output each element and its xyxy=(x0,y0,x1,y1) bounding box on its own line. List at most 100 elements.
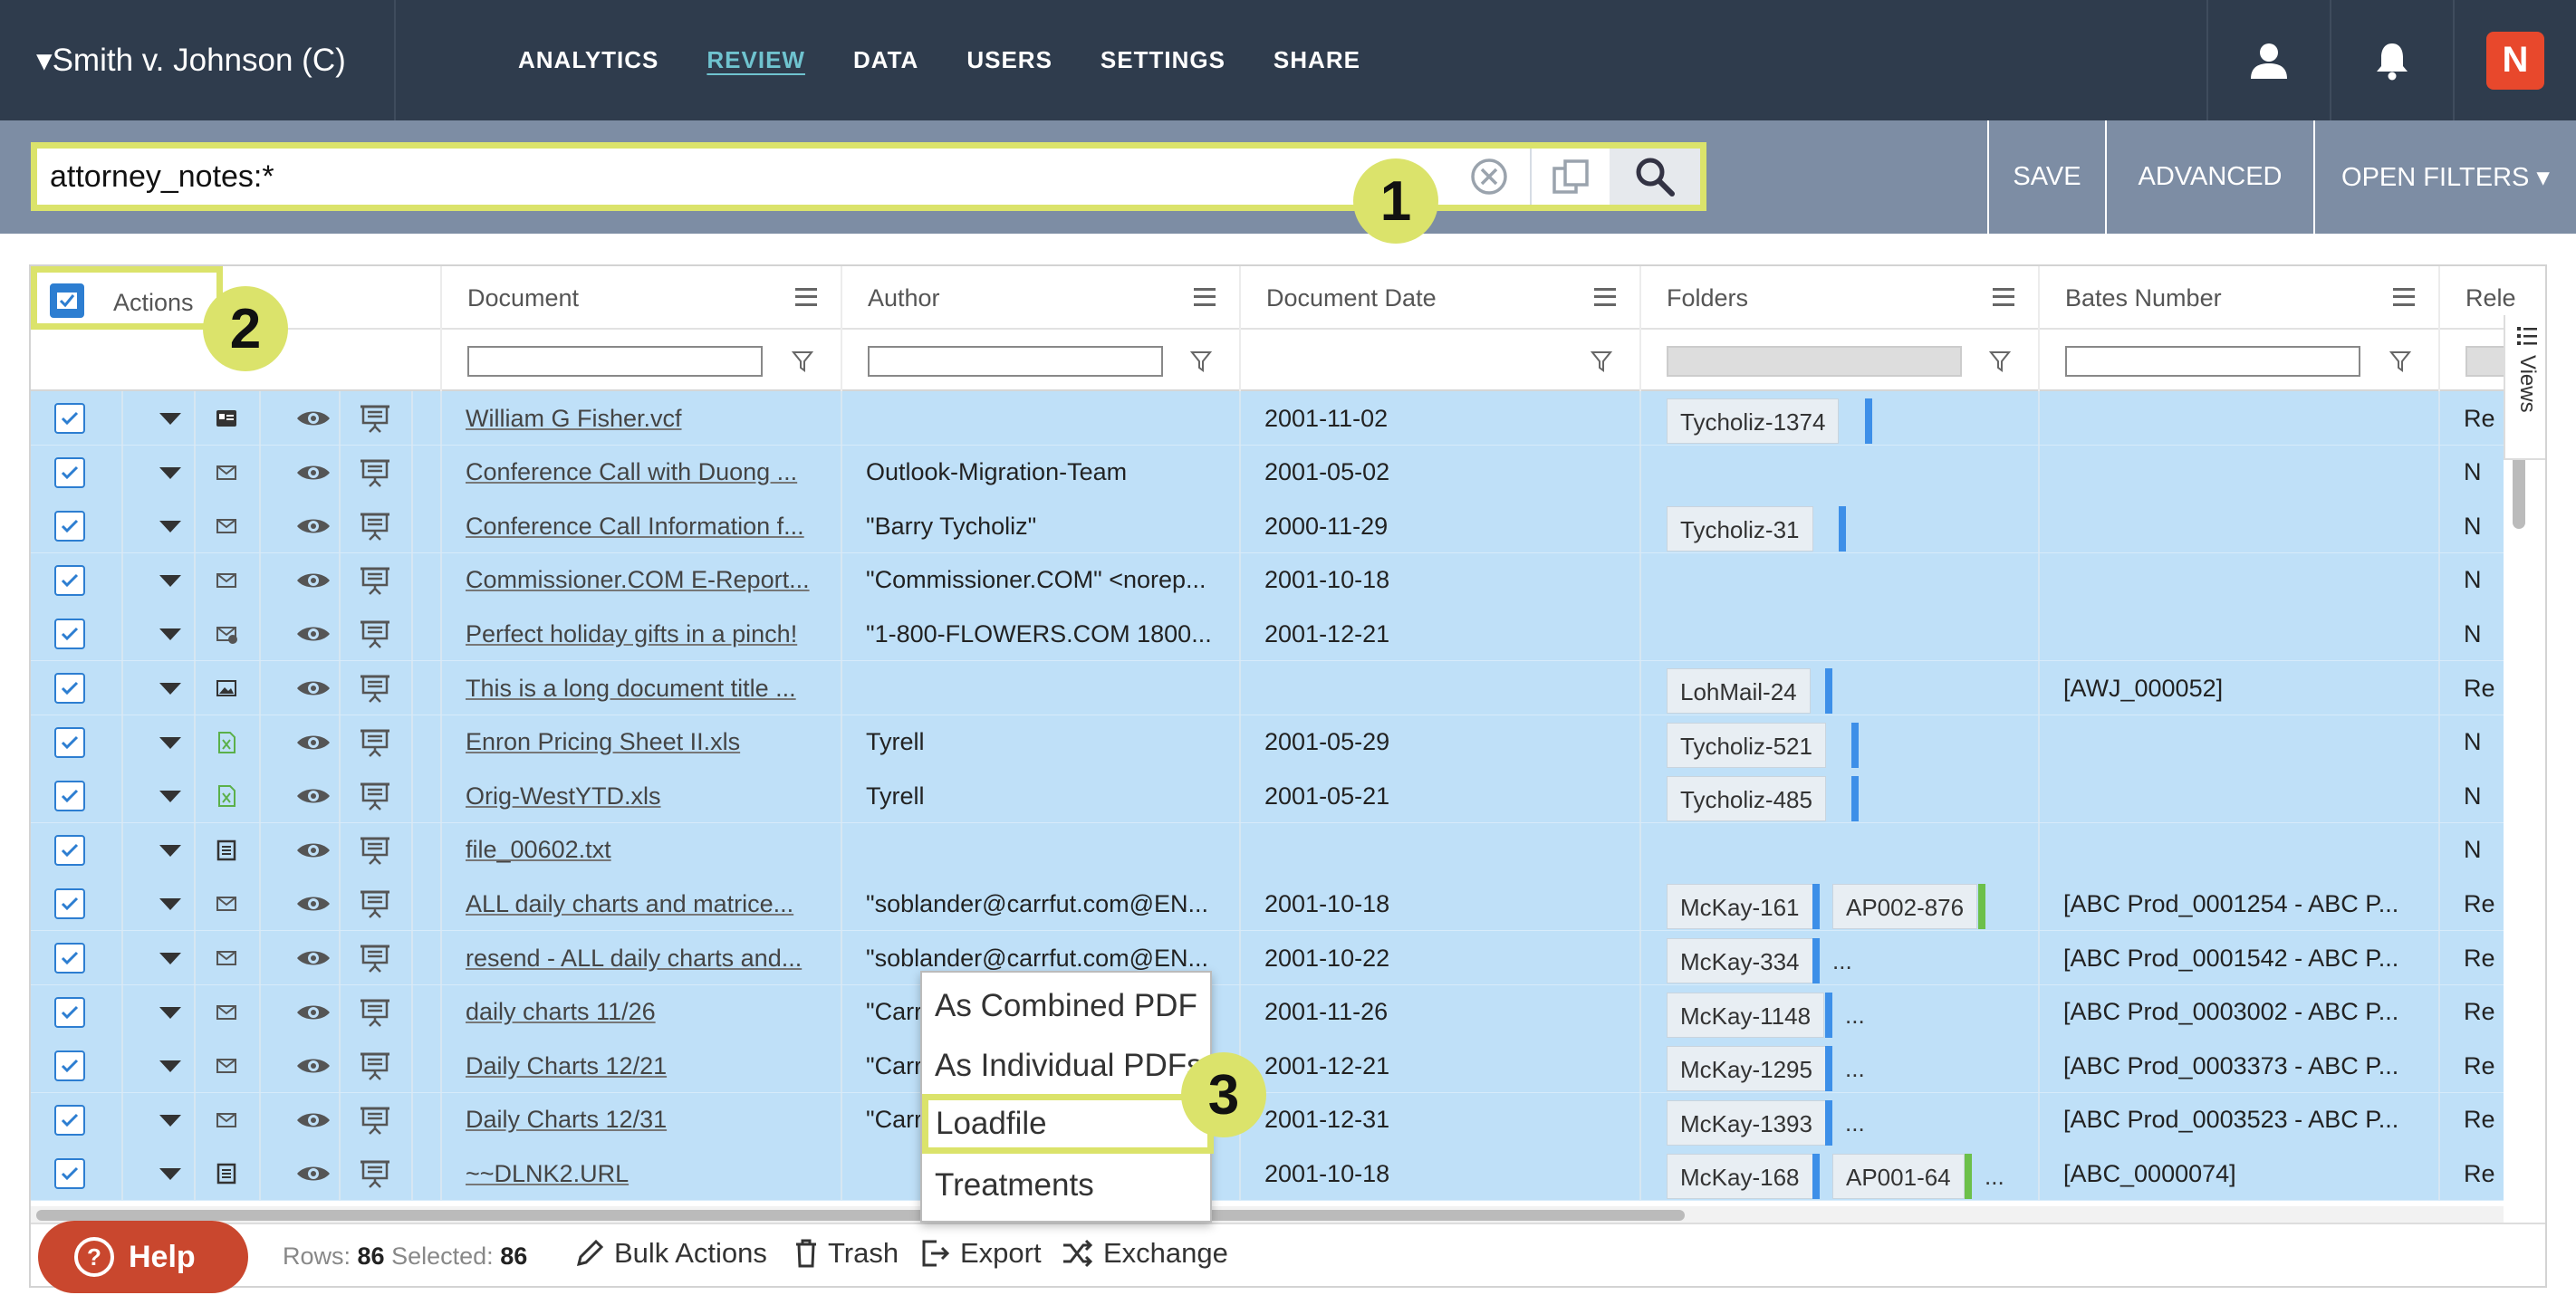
eye-icon[interactable] xyxy=(295,462,332,484)
presentation-button[interactable] xyxy=(359,769,395,823)
table-row[interactable]: Daily Charts 12/31 "Carr 2001-12-31 McKay-1… xyxy=(31,1092,2504,1147)
caret-down-icon[interactable] xyxy=(158,571,183,590)
presentation-icon[interactable] xyxy=(359,1105,391,1136)
table-row[interactable]: file_00602.txt N xyxy=(31,822,2504,878)
presentation-button[interactable] xyxy=(359,553,395,608)
document-link[interactable]: Conference Call Information f... xyxy=(466,499,828,553)
search-input[interactable] xyxy=(50,154,1454,199)
table-row[interactable]: Commissioner.COM E-Report... "Commissione… xyxy=(31,552,2504,608)
horizontal-scrollbar[interactable] xyxy=(31,1206,2504,1223)
presentation-button[interactable] xyxy=(359,1093,395,1147)
filter-icon[interactable] xyxy=(1190,350,1212,373)
folder-tag[interactable]: McKay-168 xyxy=(1667,1154,1813,1200)
column-menu-icon[interactable] xyxy=(1594,288,1616,306)
presentation-icon[interactable] xyxy=(359,781,391,811)
nav-analytics[interactable]: ANALYTICS xyxy=(518,46,658,74)
row-checkbox[interactable] xyxy=(54,715,91,770)
presentation-icon[interactable] xyxy=(359,727,391,758)
preview-button[interactable] xyxy=(295,446,335,500)
document-link[interactable]: file_00602.txt xyxy=(466,823,828,878)
notifications-button[interactable] xyxy=(2330,0,2453,120)
folder-tag[interactable]: McKay-334 xyxy=(1667,938,1813,983)
row-checkbox[interactable] xyxy=(54,446,91,500)
caret-down-icon[interactable] xyxy=(158,409,183,427)
folder-tag[interactable]: Tycholiz-521 xyxy=(1667,722,1826,768)
document-link[interactable]: ALL daily charts and matrice... xyxy=(466,877,828,931)
document-link[interactable]: daily charts 11/26 xyxy=(466,985,828,1040)
more-folders-indicator[interactable]: ... xyxy=(1845,1055,1865,1083)
column-header-document-date[interactable]: Document Date xyxy=(1239,266,1639,330)
export-treatments[interactable]: Treatments xyxy=(922,1156,1214,1215)
row-checkbox[interactable] xyxy=(54,1146,91,1201)
checkbox-checked-icon[interactable] xyxy=(54,834,85,866)
search-icon[interactable] xyxy=(1610,149,1700,205)
bates-filter-input[interactable] xyxy=(2065,346,2360,377)
row-actions-caret[interactable] xyxy=(158,661,194,715)
table-row[interactable]: ~~DLNK2.URL 2001-10-18 McKay-168 AP001-64..… xyxy=(31,1146,2504,1202)
nav-settings[interactable]: SETTINGS xyxy=(1101,46,1226,74)
exchange-button[interactable]: Exchange xyxy=(1062,1237,1228,1270)
row-checkbox[interactable] xyxy=(54,877,91,931)
export-loadfile[interactable]: Loadfile xyxy=(922,1094,1214,1154)
export-individual-pdfs[interactable]: As Individual PDFs xyxy=(922,1036,1214,1096)
row-actions-caret[interactable] xyxy=(158,1146,194,1201)
folder-tag[interactable]: Tycholiz-485 xyxy=(1667,776,1826,822)
eye-icon[interactable] xyxy=(295,677,332,699)
presentation-icon[interactable] xyxy=(359,997,391,1028)
filter-icon[interactable] xyxy=(2389,350,2411,373)
nav-share[interactable]: SHARE xyxy=(1274,46,1360,74)
select-all-checkbox[interactable] xyxy=(50,283,84,318)
presentation-icon[interactable] xyxy=(359,943,391,974)
open-filters-button[interactable]: OPEN FILTERS ▾ xyxy=(2313,120,2576,234)
table-row[interactable]: Conference Call Information f... "Barry T… xyxy=(31,499,2504,554)
row-actions-caret[interactable] xyxy=(158,553,194,608)
presentation-button[interactable] xyxy=(359,1039,395,1093)
filter-icon[interactable] xyxy=(792,350,813,373)
presentation-button[interactable] xyxy=(359,391,395,446)
copy-query-icon[interactable] xyxy=(1530,149,1610,205)
nav-users[interactable]: USERS xyxy=(966,46,1053,74)
table-row[interactable]: ALL daily charts and matrice... "soblande… xyxy=(31,877,2504,932)
preview-button[interactable] xyxy=(295,1093,335,1147)
column-header-folders[interactable]: Folders xyxy=(1639,266,2038,330)
column-header-bates-number[interactable]: Bates Number xyxy=(2038,266,2438,330)
caret-down-icon[interactable] xyxy=(158,464,183,482)
row-checkbox[interactable] xyxy=(54,499,91,553)
column-header-author[interactable]: Author xyxy=(841,266,1239,330)
presentation-button[interactable] xyxy=(359,499,395,553)
row-checkbox[interactable] xyxy=(54,769,91,823)
advanced-search-button[interactable]: ADVANCED xyxy=(2105,120,2313,234)
eye-icon[interactable] xyxy=(295,623,332,645)
document-link[interactable]: ~~DLNK2.URL xyxy=(466,1146,828,1201)
row-actions-caret[interactable] xyxy=(158,877,194,931)
filter-icon[interactable] xyxy=(1989,350,2011,373)
column-header-document[interactable]: Document xyxy=(440,266,841,330)
caret-down-icon[interactable] xyxy=(158,734,183,752)
more-folders-indicator[interactable]: ... xyxy=(1832,947,1852,975)
preview-button[interactable] xyxy=(295,553,335,608)
row-actions-caret[interactable] xyxy=(158,1039,194,1093)
preview-button[interactable] xyxy=(295,877,335,931)
more-folders-indicator[interactable]: ... xyxy=(1985,1163,2004,1191)
eye-icon[interactable] xyxy=(295,785,332,807)
clear-search-icon[interactable] xyxy=(1466,154,1512,199)
preview-button[interactable] xyxy=(295,661,335,715)
caret-down-icon[interactable] xyxy=(158,1111,183,1129)
help-button[interactable]: ? Help xyxy=(38,1221,248,1293)
presentation-button[interactable] xyxy=(359,607,395,661)
folder-tag[interactable]: Tycholiz-31 xyxy=(1667,506,1813,552)
folder-tag[interactable]: LohMail-24 xyxy=(1667,668,1811,714)
presentation-button[interactable] xyxy=(359,877,395,931)
caret-down-icon[interactable] xyxy=(158,1057,183,1075)
presentation-button[interactable] xyxy=(359,985,395,1040)
document-link[interactable]: Perfect holiday gifts in a pinch! xyxy=(466,607,828,661)
presentation-icon[interactable] xyxy=(359,619,391,649)
folder-tag[interactable]: McKay-1295 xyxy=(1667,1046,1826,1092)
bulk-actions-button[interactable]: Bulk Actions xyxy=(574,1237,767,1270)
checkbox-checked-icon[interactable] xyxy=(54,456,85,488)
eye-icon[interactable] xyxy=(295,947,332,969)
caret-down-icon[interactable] xyxy=(158,625,183,643)
row-actions-caret[interactable] xyxy=(158,1093,194,1147)
table-row[interactable]: Orig-WestYTD.xls Tyrell 2001-05-21 Tycholiz… xyxy=(31,769,2504,824)
folder-tag[interactable]: McKay-161 xyxy=(1667,884,1813,930)
